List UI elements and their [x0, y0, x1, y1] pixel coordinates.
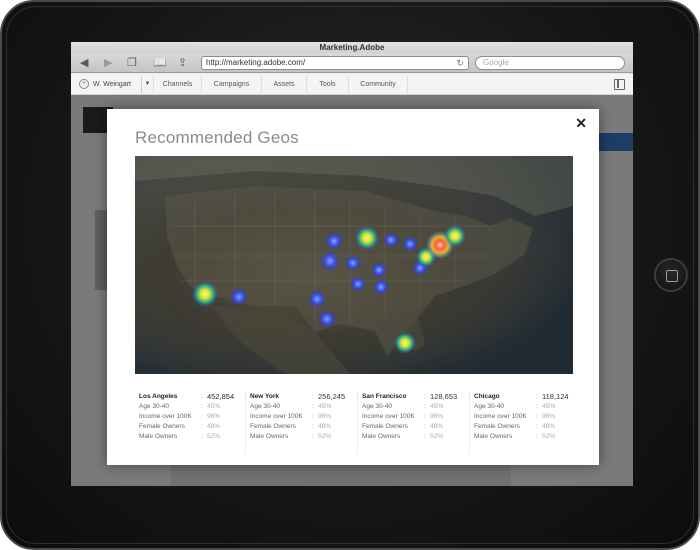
back-icon[interactable]: ◀: [80, 57, 88, 69]
stat-label: Female Owners: [362, 423, 408, 430]
bookmarks-icon[interactable]: 📖: [153, 57, 167, 69]
browser-toolbar: ◀ ▶ ❐ 📖 ⇪ http://marketing.adobe.com/ ↻ …: [71, 53, 633, 73]
heat-spot-missouri: [350, 276, 366, 292]
stat-label: Female Owners: [474, 423, 520, 430]
heat-spot-houston: [318, 310, 336, 328]
stat-value: 52%: [542, 433, 556, 440]
stat-label: Male Owners: [139, 433, 178, 440]
heat-spot-alabama: [373, 279, 389, 295]
heat-spot-indiana: [371, 262, 387, 278]
city-total: 452,854: [207, 392, 235, 401]
url-input[interactable]: http://marketing.adobe.com/ ↻: [201, 56, 469, 70]
search-input[interactable]: Google: [475, 56, 625, 70]
forward-icon[interactable]: ▶: [104, 57, 112, 69]
plus-icon: +: [79, 79, 89, 90]
city-total: 128,653: [430, 392, 458, 401]
heat-spot-texas: [308, 290, 326, 308]
heat-spot-ohio: [383, 232, 399, 248]
browser-title: Marketing.Adobe: [71, 42, 633, 53]
stat-value: 52%: [318, 433, 332, 440]
stat-value: 48%: [207, 423, 221, 430]
user-name: W. Weingart: [93, 81, 131, 88]
heat-spot-southwest: [230, 288, 248, 306]
land-us: [165, 186, 533, 356]
nav-campaigns[interactable]: Campaigns: [201, 76, 261, 93]
heat-spot-denver: [320, 251, 340, 271]
stat-label: Age 30-40: [474, 403, 504, 410]
stat-value: 45%: [318, 403, 332, 410]
stat-label: Male Owners: [250, 433, 289, 440]
site-nav: + W. Weingart ▼ Channels Campaigns Assets…: [71, 74, 633, 95]
stat-label: Age 30-40: [139, 403, 169, 410]
city-name: San Francisco: [362, 393, 407, 400]
heat-spot-florida: [394, 332, 416, 354]
stat-value: 45%: [207, 403, 221, 410]
stat-label: Income over 100K: [250, 413, 303, 420]
city-stats: Los Angeles:452,854 Age 30-40:45% Income…: [135, 392, 573, 454]
home-button[interactable]: [654, 258, 688, 292]
stat-label: Female Owners: [250, 423, 296, 430]
nav-community[interactable]: Community: [348, 76, 408, 93]
city-name: Chicago: [474, 393, 500, 400]
city-total: 118,124: [542, 392, 569, 401]
stat-value: 52%: [430, 433, 444, 440]
stat-label: Age 30-40: [250, 403, 280, 410]
heat-spot-boston: [444, 225, 466, 247]
nav-channels[interactable]: Channels: [153, 76, 201, 93]
heat-spot-pennsylvania: [402, 236, 418, 252]
stat-label: Male Owners: [474, 433, 513, 440]
reload-icon[interactable]: ↻: [456, 57, 464, 69]
tablet-frame: Marketing.Adobe ◀ ▶ ❐ 📖 ⇪ http://marketi…: [0, 0, 700, 550]
screen: Marketing.Adobe ◀ ▶ ❐ 📖 ⇪ http://marketi…: [71, 42, 633, 486]
stat-label: Income over 100K: [474, 413, 527, 420]
stat-value: 98%: [542, 413, 556, 420]
city-name: New York: [250, 393, 280, 400]
nav-tools[interactable]: Tools: [306, 76, 348, 93]
heat-map[interactable]: ✥: [135, 156, 573, 374]
city-total: 256,245: [318, 392, 346, 401]
url-text: http://marketing.adobe.com/: [206, 58, 306, 67]
stat-value: 52%: [207, 433, 221, 440]
city-card-san-francisco: San Francisco:128,653 Age 30-40:45% Inco…: [357, 392, 467, 454]
city-card-chicago: Chicago:118,124 Age 30-40:45% Income ove…: [469, 392, 579, 454]
heat-spot-plains: [345, 255, 361, 271]
stat-label: Income over 100K: [139, 413, 192, 420]
stat-label: Age 30-40: [362, 403, 392, 410]
stat-value: 48%: [318, 423, 332, 430]
close-icon[interactable]: ✕: [575, 115, 587, 132]
city-card-new-york: New York:256,245 Age 30-40:45% Income ov…: [245, 392, 355, 454]
stat-value: 48%: [542, 423, 556, 430]
modal-title: Recommended Geos: [135, 128, 299, 147]
share-icon[interactable]: ⇪: [178, 57, 187, 69]
sidebar-toggle-icon[interactable]: [614, 79, 625, 90]
stat-value: 98%: [318, 413, 332, 420]
heat-spot-los-angeles: [192, 281, 218, 307]
stat-label: Male Owners: [362, 433, 401, 440]
stat-value: 98%: [207, 413, 221, 420]
stat-value: 45%: [542, 403, 556, 410]
tabs-icon[interactable]: ❐: [127, 57, 137, 69]
nav-assets[interactable]: Assets: [261, 76, 306, 93]
heat-map-graphic: [135, 156, 573, 374]
chevron-down-icon[interactable]: ▼: [141, 76, 153, 93]
stat-label: Income over 100K: [362, 413, 415, 420]
recommended-geos-modal: Recommended Geos ✕ Los Angeles: 452,854…: [107, 109, 599, 465]
city-name: Los Angeles: [139, 393, 178, 400]
heat-spot-chicago: [355, 226, 379, 250]
city-card-los-angeles: Los Angeles:452,854 Age 30-40:45% Income…: [139, 392, 235, 440]
stat-label: Female Owners: [139, 423, 185, 430]
stat-value: 48%: [430, 423, 444, 430]
user-menu[interactable]: + W. Weingart: [79, 78, 131, 91]
stat-value: 98%: [430, 413, 444, 420]
heat-spot-midwest: [325, 232, 343, 250]
stat-value: 45%: [430, 403, 444, 410]
